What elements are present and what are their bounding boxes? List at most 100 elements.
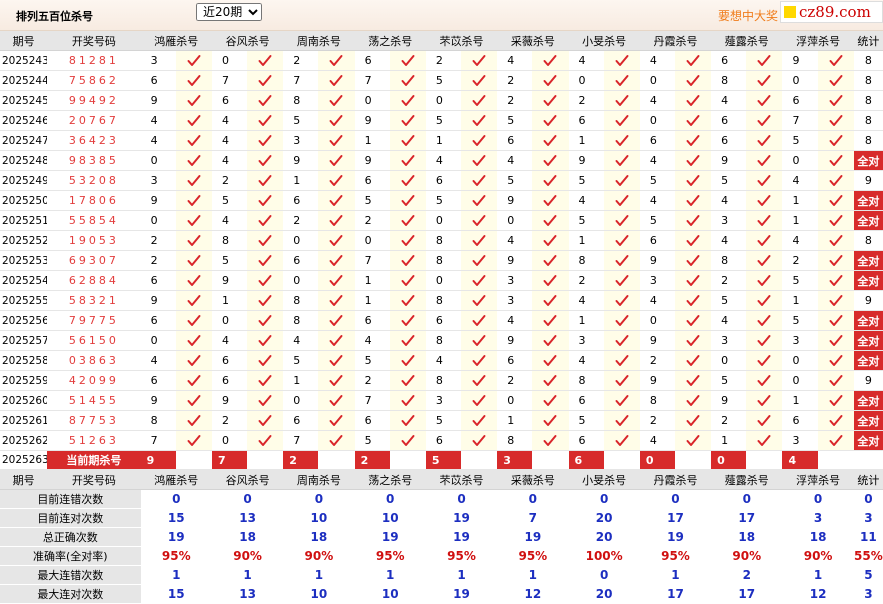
- kill-number: 5: [711, 290, 747, 311]
- hit-mark: [817, 270, 854, 291]
- hit-mark: [603, 310, 640, 331]
- col-killer-header: 芣苡杀号: [425, 469, 498, 490]
- period-number: 2025255: [0, 290, 48, 311]
- check-icon: [757, 235, 771, 247]
- kill-number: 4: [211, 150, 248, 171]
- stats-value: 90%: [211, 546, 284, 566]
- kill-number: 6: [782, 90, 818, 111]
- period-number: 2025257: [0, 330, 48, 351]
- kill-number: 6: [497, 350, 533, 371]
- current-kill-number: 6: [568, 450, 604, 470]
- hit-mark: [175, 90, 212, 111]
- stats-total: 3: [853, 508, 883, 528]
- hit-mark: [532, 170, 569, 191]
- kill-number: 4: [140, 130, 176, 151]
- stats-value: 90%: [782, 546, 854, 566]
- col-killer-header: 薤露杀号: [711, 469, 783, 490]
- check-icon: [401, 75, 415, 87]
- col-killer-header: 采薇杀号: [497, 31, 569, 51]
- stats-value: 1: [782, 565, 854, 585]
- col-killer-header: 周南杀号: [283, 31, 355, 51]
- period-range-select[interactable]: 近20期: [196, 3, 262, 21]
- check-icon: [757, 375, 771, 387]
- kill-number: 4: [639, 430, 675, 451]
- hit-mark: [532, 330, 569, 351]
- hit-mark: [746, 70, 783, 91]
- hit-mark: [817, 50, 854, 71]
- check-icon: [615, 75, 629, 87]
- kill-number: 6: [568, 430, 604, 451]
- kill-number: 8: [283, 310, 319, 331]
- kill-number: 8: [497, 430, 533, 451]
- check-icon: [829, 215, 843, 227]
- period-number: 2025250: [0, 190, 48, 211]
- kill-number: 7: [782, 110, 818, 131]
- current-kill-number: 2: [283, 450, 319, 470]
- hit-mark: [746, 50, 783, 71]
- check-icon: [615, 215, 629, 227]
- stats-label: 最大连对次数: [0, 584, 141, 604]
- row-total: 9: [853, 370, 883, 391]
- kill-number: 5: [354, 430, 390, 451]
- stats-row: 目前连错次数 0 0 0 0 0 0 0 0 0 0 0: [0, 489, 883, 509]
- stats-row: 总正确次数 19 18 18 19 19 19 20 19 18 18 11: [0, 527, 883, 547]
- hit-mark: [247, 310, 284, 331]
- check-icon: [472, 95, 486, 107]
- stats-label: 目前连错次数: [0, 489, 141, 509]
- stats-value: 90%: [711, 546, 783, 566]
- check-icon: [615, 115, 629, 127]
- check-icon: [258, 335, 272, 347]
- check-icon: [757, 315, 771, 327]
- hit-mark: [746, 130, 783, 151]
- kill-number: 4: [354, 330, 390, 351]
- kill-number: 0: [140, 150, 176, 171]
- hit-mark: [389, 70, 426, 91]
- check-icon: [329, 55, 343, 67]
- check-icon: [615, 155, 629, 167]
- kill-number: 5: [639, 210, 675, 231]
- check-icon: [686, 435, 700, 447]
- kill-number: 5: [782, 270, 818, 291]
- kill-number: 4: [639, 150, 675, 171]
- col-killer-header: 丹霞杀号: [639, 31, 712, 51]
- kill-number: 2: [283, 50, 319, 71]
- stats-row: 最大连错次数 1 1 1 1 1 1 0 1 2 1 5: [0, 565, 883, 585]
- check-icon: [187, 395, 201, 407]
- kill-number: 5: [425, 410, 462, 431]
- hit-mark: [461, 70, 498, 91]
- check-icon: [401, 415, 415, 427]
- check-icon: [187, 215, 201, 227]
- row-total: 全对: [853, 250, 883, 271]
- check-icon: [187, 195, 201, 207]
- kill-number: 8: [425, 330, 462, 351]
- hit-mark: [175, 210, 212, 231]
- hit-mark: [175, 230, 212, 251]
- period-number: 2025252: [0, 230, 48, 251]
- period-number: 2025259: [0, 370, 48, 391]
- hit-mark: [389, 50, 426, 71]
- stats-value: 0: [568, 565, 640, 585]
- ad-slogan[interactable]: 要想中大奖: [718, 7, 778, 24]
- kill-number: 4: [639, 290, 675, 311]
- check-icon: [258, 115, 272, 127]
- hit-mark: [817, 210, 854, 231]
- period-number: 2025246: [0, 110, 48, 131]
- table-row: 2025245 99492 9 6 8 0 0 2 2 4 4 6 8: [0, 90, 883, 111]
- hit-mark: [318, 110, 355, 131]
- hit-mark: [603, 230, 640, 251]
- hit-mark: [318, 210, 355, 231]
- hit-mark: [461, 430, 498, 451]
- kill-number: 2: [568, 270, 604, 291]
- kill-number: 3: [782, 430, 818, 451]
- check-icon: [329, 315, 343, 327]
- kill-number: 5: [211, 190, 248, 211]
- hit-mark: [247, 430, 284, 451]
- hit-mark: [603, 70, 640, 91]
- site-logo[interactable]: cz89.com: [780, 1, 883, 23]
- hit-mark: [318, 430, 355, 451]
- col-killer-header: 荡之杀号: [354, 469, 426, 490]
- col-period-header: 期号: [0, 31, 48, 51]
- hit-mark: [389, 430, 426, 451]
- kill-number: 5: [425, 110, 462, 131]
- kill-number: 9: [140, 90, 176, 111]
